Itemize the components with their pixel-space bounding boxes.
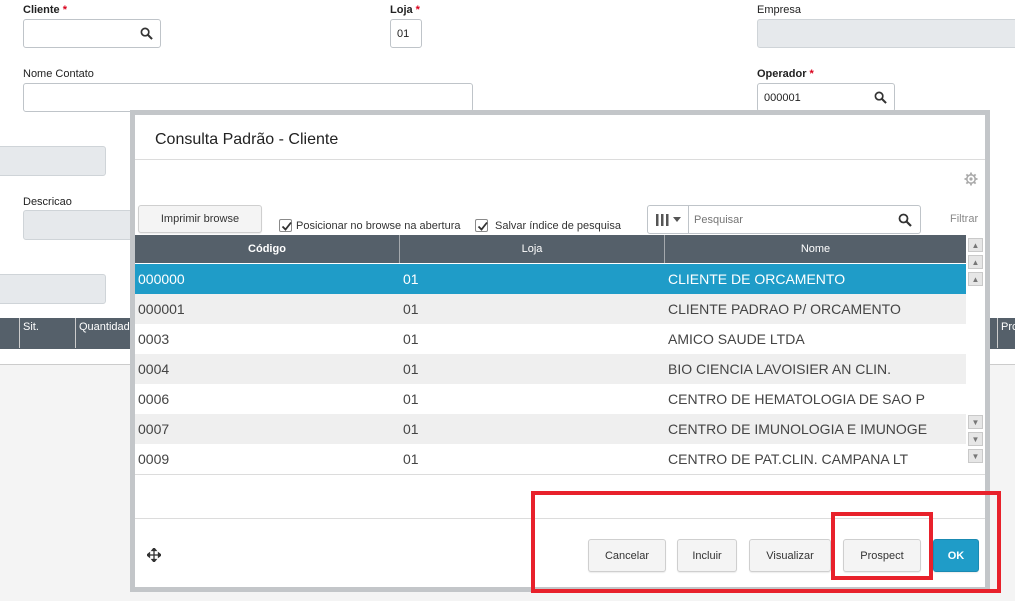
cell-codigo: 0007	[138, 421, 170, 437]
scroll-up-button[interactable]: ▲	[968, 272, 983, 286]
cell-loja: 01	[403, 271, 419, 287]
bg-col-prc: Prc	[997, 318, 1015, 348]
scroll-down-button[interactable]: ▼	[968, 415, 983, 429]
table-row[interactable]: 0003 01 AMICO SAUDE LTDA	[135, 324, 966, 354]
checkmark-icon	[281, 221, 292, 231]
table-row[interactable]: 000001 01 CLIENTE PADRAO P/ ORCAMENTO	[135, 294, 966, 324]
title-divider	[135, 159, 985, 160]
hidden-field-1	[0, 146, 106, 176]
table-row[interactable]: 0009 01 CENTRO DE PAT.CLIN. CAMPANA LT	[135, 444, 966, 474]
scroll-page-down-button[interactable]: ▼	[968, 432, 983, 446]
cell-nome: CLIENTE DE ORCAMENTO	[668, 271, 846, 287]
cliente-label: Cliente *	[23, 4, 67, 16]
columns-icon	[655, 213, 668, 226]
table-row[interactable]: 000000 01 CLIENTE DE ORCAMENTO	[135, 264, 966, 294]
loja-label: Loja *	[390, 4, 420, 16]
cell-loja: 01	[403, 361, 419, 377]
empresa-label: Empresa	[757, 4, 802, 16]
table-row[interactable]: 0004 01 BIO CIENCIA LAVOISIER AN CLIN.	[135, 354, 966, 384]
nome-contato-field[interactable]	[23, 83, 473, 112]
column-selector-button[interactable]	[648, 206, 689, 233]
cell-nome: CENTRO DE IMUNOLOGIA E IMUNOGE	[668, 421, 928, 437]
results-grid: Código Loja Nome 000000 01 CLIENTE DE OR…	[135, 235, 985, 480]
bg-col-quantidade: Quantidade	[76, 318, 136, 348]
imprimir-browse-button[interactable]: Imprimir browse	[138, 205, 262, 233]
scroll-first-button[interactable]: ▲	[968, 238, 983, 252]
cliente-field[interactable]	[23, 19, 161, 48]
search-input[interactable]	[692, 209, 888, 230]
cell-loja: 01	[403, 451, 419, 467]
cell-loja: 01	[403, 421, 419, 437]
cell-codigo: 0003	[138, 331, 170, 347]
cell-loja: 01	[403, 391, 419, 407]
cell-codigo: 0004	[138, 361, 170, 377]
grid-header: Código Loja Nome	[135, 235, 966, 263]
cell-codigo: 000001	[138, 301, 185, 317]
grid-scrollbar[interactable]: ▲ ▲ ▲ ▼ ▼ ▼	[966, 235, 985, 475]
empresa-field	[757, 19, 1015, 48]
scroll-page-up-button[interactable]: ▲	[968, 255, 983, 269]
descricao-label: Descricao	[23, 196, 72, 208]
cell-codigo: 0006	[138, 391, 170, 407]
cell-nome: BIO CIENCIA LAVOISIER AN CLIN.	[668, 361, 892, 377]
filtrar-link[interactable]: Filtrar	[950, 213, 978, 225]
cell-nome: CLIENTE PADRAO P/ ORCAMENTO	[668, 301, 901, 317]
cell-nome: AMICO SAUDE LTDA	[668, 331, 805, 347]
checkmark-icon	[477, 221, 488, 231]
salvar-indice-checkbox[interactable]	[475, 219, 488, 232]
operador-field[interactable]: 000001	[757, 83, 895, 112]
col-header-loja[interactable]: Loja	[400, 235, 665, 263]
loja-field[interactable]: 01	[390, 19, 422, 48]
chevron-down-icon	[672, 216, 681, 222]
cell-nome: CENTRO DE HEMATOLOGIA DE SAO P	[668, 391, 925, 407]
search-icon[interactable]	[140, 27, 153, 40]
cell-loja: 01	[403, 301, 419, 317]
operador-label: Operador *	[757, 68, 814, 80]
col-header-codigo[interactable]: Código	[135, 235, 400, 263]
search-icon[interactable]	[874, 91, 887, 104]
move-icon[interactable]	[147, 548, 161, 562]
table-row[interactable]: 0006 01 CENTRO DE HEMATOLOGIA DE SAO P	[135, 384, 966, 414]
bg-col-blank	[0, 318, 20, 348]
search-box	[647, 205, 921, 234]
dialog-title: Consulta Padrão - Cliente	[155, 131, 339, 148]
cell-nome: CENTRO DE PAT.CLIN. CAMPANA LT	[668, 451, 909, 467]
gear-icon[interactable]	[964, 172, 978, 186]
hidden-field-2	[0, 274, 106, 304]
posicionar-label: Posicionar no browse na abertura	[296, 220, 461, 232]
cell-codigo: 000000	[138, 271, 185, 287]
salvar-indice-label: Salvar índice de pesquisa	[495, 220, 621, 232]
cell-codigo: 0009	[138, 451, 170, 467]
search-icon[interactable]	[898, 213, 912, 227]
grid-bottom-border	[135, 474, 985, 475]
scroll-last-button[interactable]: ▼	[968, 449, 983, 463]
nome-contato-label: Nome Contato	[23, 68, 94, 80]
highlight-box-prospect	[831, 512, 933, 580]
col-header-nome[interactable]: Nome	[665, 235, 966, 263]
cell-loja: 01	[403, 331, 419, 347]
bg-col-sit: Sit.	[20, 318, 76, 348]
descricao-field	[23, 210, 143, 240]
posicionar-checkbox[interactable]	[279, 219, 292, 232]
table-row[interactable]: 0007 01 CENTRO DE IMUNOLOGIA E IMUNOGE	[135, 414, 966, 444]
